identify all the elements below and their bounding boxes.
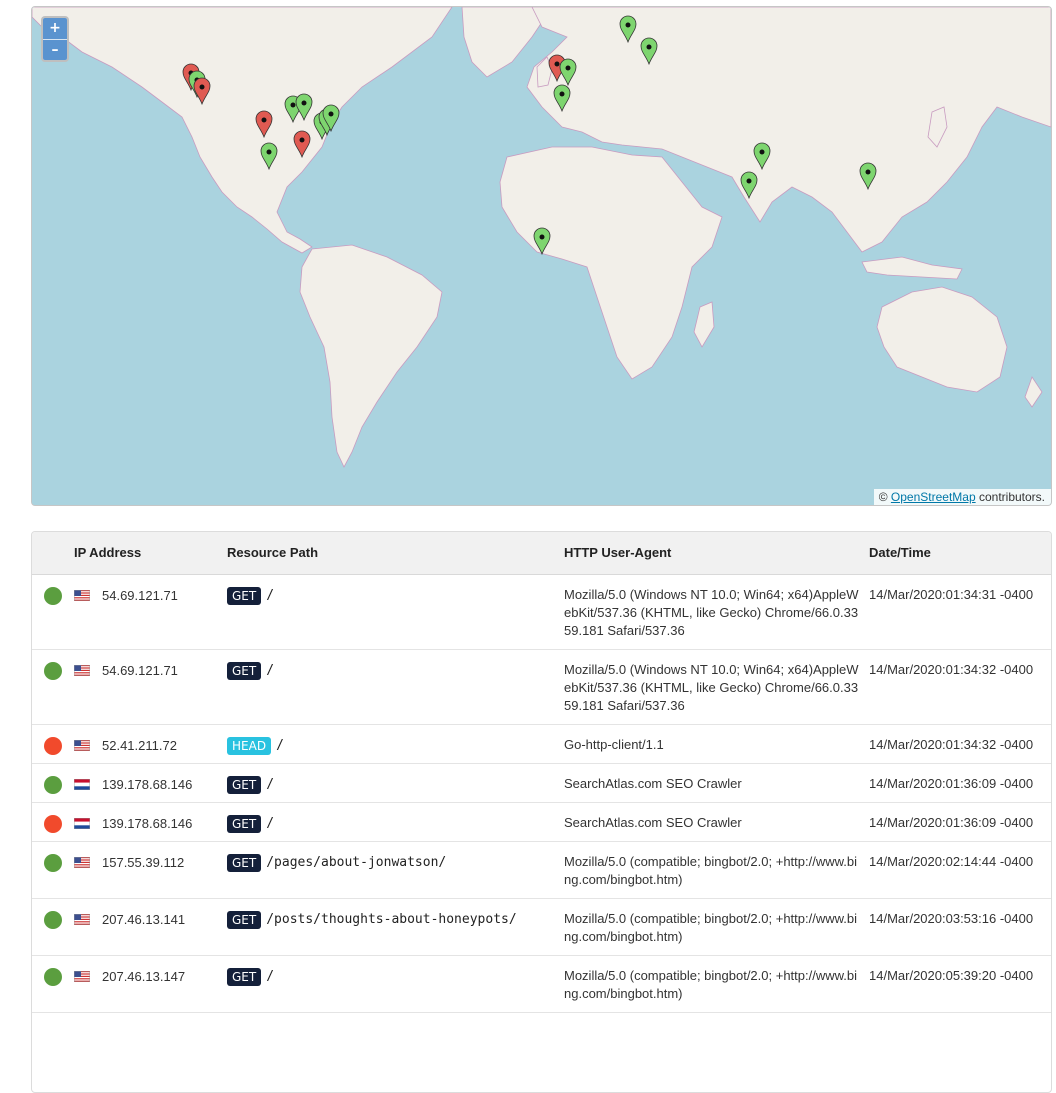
resource-path: /pages/about-jonwatson/	[266, 855, 447, 870]
user-agent: Mozilla/5.0 (compatible; bingbot/2.0; +h…	[564, 910, 858, 944]
status-indicator	[44, 586, 62, 605]
ip-address: 139.178.68.146	[102, 815, 193, 831]
user-agent: Go-http-client/1.1	[564, 736, 664, 752]
date-time: 14/Mar/2020:01:34:32 -0400	[869, 736, 1034, 752]
http-method-badge: GET	[227, 775, 262, 794]
resource-path: /	[266, 816, 275, 831]
table-row[interactable]: 54.69.121.71 GET / Mozilla/5.0 (Windows N…	[32, 649, 1051, 725]
marker-green[interactable]	[559, 58, 577, 86]
table-row[interactable]: 207.46.13.147 GET / Mozilla/5.0 (compatib…	[32, 955, 1051, 1013]
status-indicator	[44, 661, 62, 680]
world-map[interactable]: + – © OpenStreetMap contributors.	[31, 6, 1052, 506]
date-time: 14/Mar/2020:02:14:44 -0400	[869, 853, 1034, 869]
resource-path-header[interactable]: Resource Path	[227, 532, 564, 575]
attribution-suffix: contributors.	[978, 490, 1045, 504]
table-row[interactable]: 207.46.13.141 GET/posts/thoughts-about-h…	[32, 898, 1051, 956]
resource-path: /posts/thoughts-about-honeypots/	[266, 912, 517, 927]
user-agent: Mozilla/5.0 (Windows NT 10.0; Win64; x64…	[564, 586, 859, 638]
date-time: 14/Mar/2020:03:53:16 -0400	[869, 910, 1034, 926]
status-indicator	[44, 736, 62, 755]
resource-path: /	[266, 588, 275, 603]
marker-green[interactable]	[619, 15, 637, 43]
marker-green[interactable]	[640, 37, 658, 65]
country-flag-icon	[74, 914, 102, 925]
marker-green[interactable]	[859, 162, 877, 190]
resource-path: /	[266, 969, 275, 984]
marker-green[interactable]	[295, 93, 313, 121]
ip-address: 54.69.121.71	[102, 662, 178, 678]
http-method-badge: GET	[227, 853, 262, 872]
country-flag-icon	[74, 779, 102, 790]
country-flag-icon	[74, 665, 102, 676]
ip-address: 207.46.13.141	[102, 911, 186, 927]
date-time: 14/Mar/2020:01:34:32 -0400	[869, 661, 1034, 677]
country-flag-icon	[74, 971, 102, 982]
marker-red[interactable]	[293, 130, 311, 158]
ip-address: 157.55.39.112	[102, 854, 185, 870]
country-flag-icon	[74, 857, 102, 868]
status-indicator	[44, 814, 62, 833]
table-row[interactable]: 139.178.68.146 GET / SearchAtlas.com SEO …	[32, 763, 1051, 803]
table-row[interactable]: 54.69.121.71 GET / Mozilla/5.0 (Windows N…	[32, 574, 1051, 650]
access-log-table: IP Address Resource Path HTTP User-Agent…	[31, 531, 1052, 1093]
country-flag-icon	[74, 590, 102, 601]
http-method-badge: GET	[227, 967, 262, 986]
marker-green[interactable]	[753, 142, 771, 170]
table-header-row: IP Address Resource Path HTTP User-Agent…	[32, 532, 1051, 575]
user-agent: SearchAtlas.com SEO Crawler	[564, 814, 742, 830]
country-flag-icon	[74, 818, 102, 829]
user-agent-header[interactable]: HTTP User-Agent	[564, 532, 869, 575]
status-indicator	[44, 775, 62, 794]
http-method-badge: GET	[227, 910, 262, 929]
attribution-prefix: ©	[878, 490, 888, 504]
resource-path: /	[266, 777, 275, 792]
ip-address: 54.69.121.71	[102, 587, 178, 603]
http-method-badge: HEAD	[227, 736, 272, 755]
map-markers	[182, 15, 877, 255]
ip-address: 52.41.211.72	[102, 737, 177, 753]
date-time-header[interactable]: Date/Time	[869, 532, 1051, 575]
ip-address-header[interactable]: IP Address	[74, 532, 227, 575]
user-agent: SearchAtlas.com SEO Crawler	[564, 775, 742, 791]
country-flag-icon	[74, 740, 102, 751]
table-row[interactable]: 52.41.211.72 HEAD / Go-http-client/1.1 14…	[32, 724, 1051, 764]
table-row[interactable]: 139.178.68.146 GET / SearchAtlas.com SEO …	[32, 802, 1051, 842]
user-agent: Mozilla/5.0 (Windows NT 10.0; Win64; x64…	[564, 661, 859, 713]
date-time: 14/Mar/2020:01:36:09 -0400	[869, 775, 1034, 791]
table-row[interactable]: 157.55.39.112 GET/pages/about-jonwatson/…	[32, 841, 1051, 899]
status-column-header	[32, 532, 74, 575]
resource-path: /	[266, 663, 275, 678]
http-method-badge: GET	[227, 586, 262, 605]
marker-green[interactable]	[533, 227, 551, 255]
ip-address: 139.178.68.146	[102, 776, 193, 792]
marker-green[interactable]	[740, 171, 758, 199]
date-time: 14/Mar/2020:01:34:31 -0400	[869, 586, 1034, 602]
user-agent: Mozilla/5.0 (compatible; bingbot/2.0; +h…	[564, 853, 858, 887]
user-agent: Mozilla/5.0 (compatible; bingbot/2.0; +h…	[564, 967, 858, 1001]
resource-path: /	[276, 738, 284, 753]
marker-red[interactable]	[193, 77, 211, 105]
http-method-badge: GET	[227, 661, 262, 680]
openstreetmap-link[interactable]: OpenStreetMap	[891, 490, 976, 504]
status-indicator	[44, 910, 62, 929]
marker-green[interactable]	[553, 84, 571, 112]
date-time: 14/Mar/2020:05:39:20 -0400	[869, 967, 1034, 983]
ip-address: 207.46.13.147	[102, 968, 186, 984]
status-indicator	[44, 967, 62, 986]
marker-green[interactable]	[260, 142, 278, 170]
http-method-badge: GET	[227, 814, 262, 833]
status-indicator	[44, 853, 62, 872]
date-time: 14/Mar/2020:01:36:09 -0400	[869, 814, 1034, 830]
marker-red[interactable]	[255, 110, 273, 138]
map-attribution: © OpenStreetMap contributors.	[873, 489, 1051, 505]
